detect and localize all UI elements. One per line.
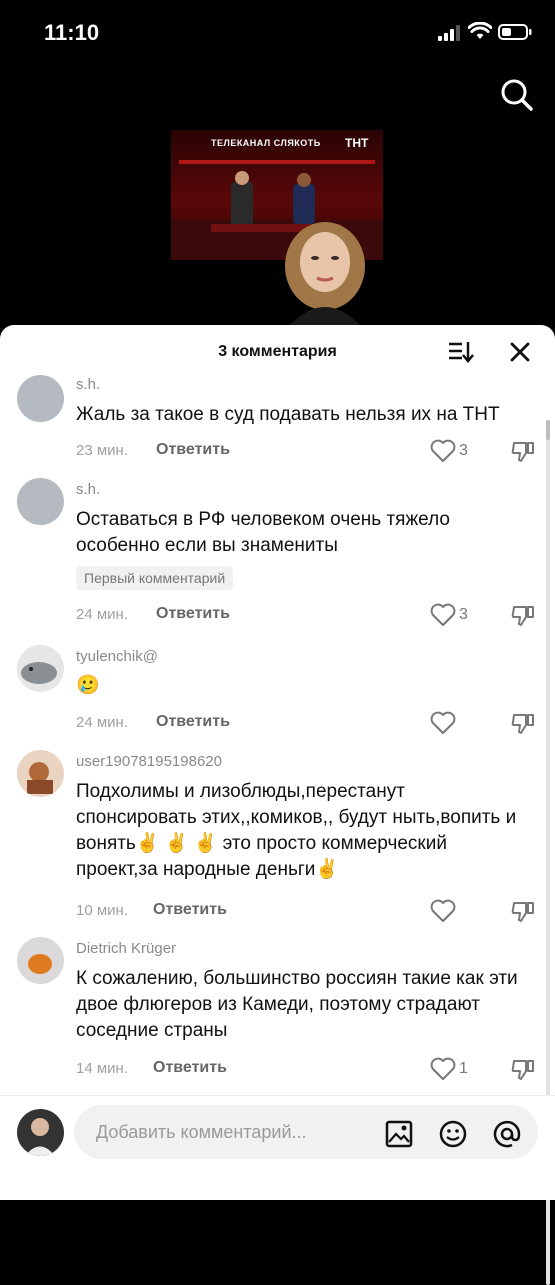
image-icon[interactable] <box>385 1120 413 1148</box>
comment-time: 24 мин. <box>76 714 128 731</box>
video-thumbnail[interactable]: ТЕЛЕКАНАЛ СЛЯКОТЬ ТНТ <box>171 130 383 325</box>
presenter-face-image <box>285 222 365 325</box>
status-bar: 11:10 <box>0 0 555 66</box>
wifi-icon <box>468 22 492 39</box>
comment-time: 14 мин. <box>76 1060 128 1077</box>
avatar[interactable] <box>17 937 64 984</box>
pumpkin-avatar-image <box>28 954 52 974</box>
like-count: 1 <box>459 1060 468 1077</box>
battery-icon <box>498 24 532 40</box>
avatar[interactable] <box>17 645 64 692</box>
comment-username[interactable]: s.h. <box>76 376 100 393</box>
avatar[interactable] <box>17 750 64 797</box>
comment-time: 10 мин. <box>76 902 128 919</box>
dislike-icon[interactable] <box>511 711 535 735</box>
reply-button[interactable]: Ответить <box>156 713 230 731</box>
dislike-icon[interactable] <box>511 1057 535 1081</box>
dislike-icon[interactable] <box>511 439 535 463</box>
channel-label: ТЕЛЕКАНАЛ СЛЯКОТЬ <box>211 138 321 148</box>
my-avatar[interactable] <box>17 1109 64 1156</box>
heart-icon[interactable] <box>430 1057 456 1081</box>
comment-text: 🥲 <box>76 675 100 696</box>
comment-input-placeholder: Добавить комментарий... <box>96 1122 307 1142</box>
comment-text: Подхолимы и лизоблюды,перестанут спонсир… <box>76 781 517 880</box>
close-icon[interactable] <box>509 341 531 363</box>
avatar[interactable] <box>17 478 64 525</box>
reply-button[interactable]: Ответить <box>153 901 227 919</box>
signal-icon <box>438 25 460 41</box>
mention-icon[interactable] <box>492 1119 522 1149</box>
like-count: 3 <box>459 606 468 623</box>
comments-sheet: 3 комментария s.h. Жаль за такое в суд п… <box>0 325 555 1285</box>
search-icon[interactable] <box>500 78 534 112</box>
comment-username[interactable]: s.h. <box>76 481 100 498</box>
heart-icon[interactable] <box>430 603 456 627</box>
emoji-icon[interactable] <box>438 1119 468 1149</box>
comment-time: 24 мин. <box>76 606 128 623</box>
comment-text: Жаль за такое в суд подавать нельзя их н… <box>76 404 500 425</box>
seal-avatar-image <box>21 662 57 684</box>
heart-icon[interactable] <box>430 899 456 923</box>
reply-button[interactable]: Ответить <box>156 441 230 459</box>
comment-username[interactable]: user19078195198620 <box>76 753 222 770</box>
like-count: 3 <box>459 442 468 459</box>
comment-username[interactable]: tyulenchik@ <box>76 648 158 665</box>
first-comment-badge: Первый комментарий <box>76 566 234 590</box>
sort-icon[interactable] <box>448 340 474 364</box>
comment-username[interactable]: Dietrich Krüger <box>76 940 176 957</box>
user-avatar-image <box>27 762 53 794</box>
comment-time: 23 мин. <box>76 442 128 459</box>
scrollbar-thumb[interactable] <box>546 420 550 440</box>
status-time: 11:10 <box>44 20 100 45</box>
my-avatar-image <box>25 1118 55 1156</box>
heart-icon[interactable] <box>430 711 456 735</box>
reply-button[interactable]: Ответить <box>156 605 230 623</box>
reply-button[interactable]: Ответить <box>153 1059 227 1077</box>
channel-logo: ТНТ <box>345 136 369 150</box>
comment-text: К сожалению, большинство россиян такие к… <box>76 968 518 1041</box>
dislike-icon[interactable] <box>511 603 535 627</box>
comment-text: Оставаться в РФ человеком очень тяжело о… <box>76 509 450 556</box>
comment-composer: Добавить комментарий... <box>0 1096 555 1200</box>
comments-header: 3 комментария <box>0 325 555 381</box>
heart-icon[interactable] <box>430 439 456 463</box>
avatar[interactable] <box>17 375 64 422</box>
comment-input[interactable]: Добавить комментарий... <box>74 1105 538 1159</box>
dislike-icon[interactable] <box>511 899 535 923</box>
